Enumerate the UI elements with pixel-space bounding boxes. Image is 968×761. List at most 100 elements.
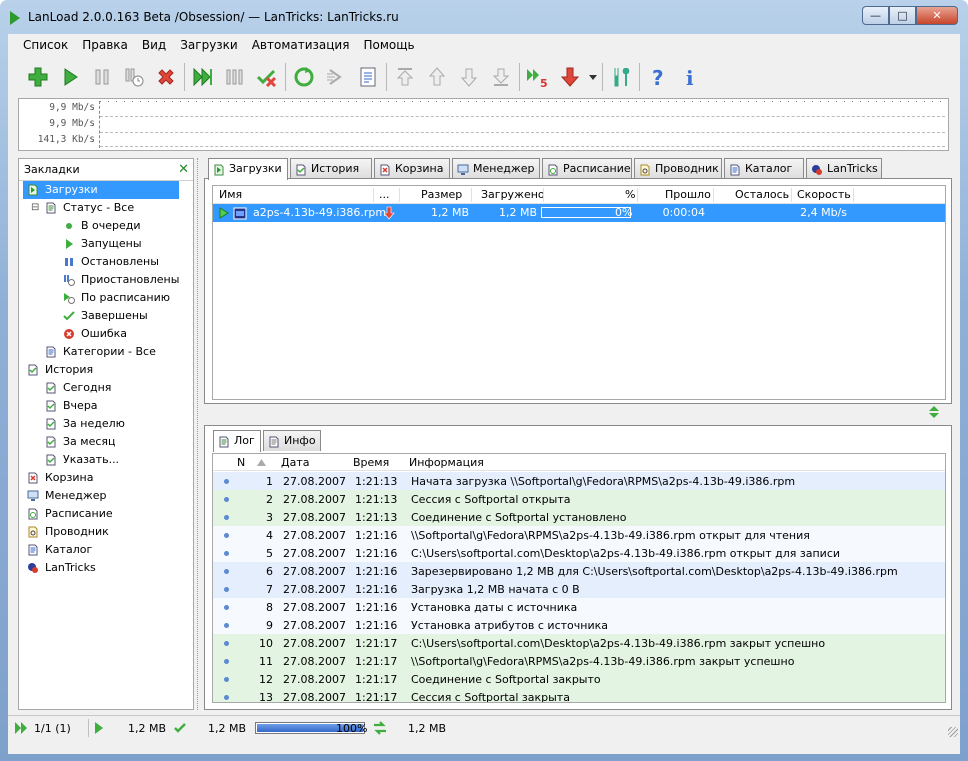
start-icon[interactable] — [54, 61, 86, 93]
tree-item[interactable]: По расписанию — [19, 289, 193, 307]
help-icon[interactable]: ? — [642, 61, 674, 93]
log-row[interactable]: 4 27.08.2007 1:21:16 \\Softportal\g\Fedora\… — [213, 526, 945, 544]
collapse-toggle-icon[interactable]: ⊟ — [31, 199, 39, 217]
tab-log[interactable]: Лог — [213, 430, 261, 452]
threads-icon[interactable]: 5 — [522, 61, 554, 93]
menu-edit[interactable]: Правка — [75, 38, 135, 52]
menu-downloads[interactable]: Загрузки — [173, 38, 245, 52]
log-row[interactable]: 10 27.08.2007 1:21:17 C:\Users\softportal.c… — [213, 634, 945, 652]
column-size[interactable]: Размер — [421, 188, 462, 201]
tree-item[interactable]: Проводник — [19, 523, 193, 541]
tab-info[interactable]: Инфо — [263, 430, 321, 451]
queued-icon — [63, 220, 75, 232]
tab-explorer[interactable]: Проводник — [634, 158, 722, 179]
pause-all-icon[interactable] — [219, 61, 251, 93]
start-all-icon[interactable] — [187, 61, 219, 93]
tab-schedule[interactable]: Расписание — [542, 158, 632, 179]
delete-icon[interactable] — [150, 61, 182, 93]
tree-item[interactable]: Категории - Все — [19, 343, 193, 361]
title-bar[interactable]: LanLoad 2.0.0.163 Beta /Obsession/ — Lan… — [0, 0, 968, 34]
tree-item[interactable]: Менеджер — [19, 487, 193, 505]
tree-item[interactable]: ⊟ Статус - Все — [19, 199, 193, 217]
resize-grip[interactable] — [948, 727, 958, 737]
column-more[interactable]: ... — [379, 188, 390, 201]
add-icon[interactable] — [22, 61, 54, 93]
close-button[interactable]: ✕ — [916, 6, 958, 25]
tree-item[interactable]: За месяц — [19, 433, 193, 451]
remove-completed-icon[interactable] — [251, 61, 283, 93]
column-downloaded[interactable]: Загружено — [481, 188, 545, 201]
tree-item[interactable]: Корзина — [19, 469, 193, 487]
log-column-info[interactable]: Информация — [409, 456, 484, 469]
menu-view[interactable]: Вид — [135, 38, 173, 52]
minimize-button[interactable]: — — [862, 6, 889, 25]
settings-icon[interactable] — [605, 61, 637, 93]
tree-item[interactable]: Указать... — [19, 451, 193, 469]
log-row[interactable]: 8 27.08.2007 1:21:16 Установка даты с источ… — [213, 598, 945, 616]
tree-item[interactable]: Сегодня — [19, 379, 193, 397]
refresh-icon[interactable] — [288, 61, 320, 93]
schedule-pause-icon[interactable] — [118, 61, 150, 93]
bookmarks-close-icon[interactable]: ✕ — [178, 159, 189, 181]
log-row[interactable]: 9 27.08.2007 1:21:16 Установка атрибутов с … — [213, 616, 945, 634]
tab-downloads[interactable]: Загрузки — [208, 158, 288, 180]
tree-item[interactable]: В очереди — [19, 217, 193, 235]
tab-lantricks[interactable]: LanTricks — [806, 158, 882, 179]
tree-item[interactable]: История — [19, 361, 193, 379]
tree-item[interactable]: Вчера — [19, 397, 193, 415]
log-row[interactable]: 6 27.08.2007 1:21:16 Зарезервировано 1,2 MB… — [213, 562, 945, 580]
maximize-button[interactable]: □ — [889, 6, 916, 25]
move-bottom-icon[interactable] — [485, 61, 517, 93]
menu-help[interactable]: Помощь — [356, 38, 421, 52]
tree-item[interactable]: Завершены — [19, 307, 193, 325]
next-icon[interactable] — [320, 61, 352, 93]
log-row[interactable]: 11 27.08.2007 1:21:17 \\Softportal\g\Fedora… — [213, 652, 945, 670]
log-row[interactable]: 5 27.08.2007 1:21:16 C:\Users\softportal.co… — [213, 544, 945, 562]
log-n: 7 — [266, 583, 273, 596]
tree-item[interactable]: Остановлены — [19, 253, 193, 271]
column-name[interactable]: Имя — [219, 188, 242, 201]
log-row[interactable]: 3 27.08.2007 1:21:13 Соединение с Softporta… — [213, 508, 945, 526]
column-elapsed[interactable]: Прошло — [665, 188, 711, 201]
tab-trash[interactable]: Корзина — [374, 158, 450, 179]
tree-item[interactable]: За неделю — [19, 415, 193, 433]
menu-automation[interactable]: Автоматизация — [245, 38, 357, 52]
tab-history[interactable]: История — [290, 158, 372, 179]
column-percent[interactable]: % — [625, 188, 635, 201]
log-bullet-icon — [224, 533, 229, 538]
speed-limit-icon[interactable] — [554, 61, 586, 93]
move-top-icon[interactable] — [389, 61, 421, 93]
log-row[interactable]: 7 27.08.2007 1:21:16 Загрузка 1,2 MB начата… — [213, 580, 945, 598]
tree-item[interactable]: LanTricks — [19, 559, 193, 577]
menu-list[interactable]: Список — [16, 38, 75, 52]
tree-item[interactable]: Расписание — [19, 505, 193, 523]
log-row[interactable]: 2 27.08.2007 1:21:13 Сессия с Softportal от… — [213, 490, 945, 508]
download-downloaded: 1,2 MB — [498, 206, 537, 219]
log-column-time[interactable]: Время — [353, 456, 389, 469]
column-remaining[interactable]: Осталось — [735, 188, 789, 201]
move-down-icon[interactable] — [453, 61, 485, 93]
log-row[interactable]: 1 27.08.2007 1:21:13 Начата загрузка \\Soft… — [213, 472, 945, 490]
tab-manager[interactable]: Менеджер — [452, 158, 540, 179]
tree-item[interactable]: Запущены — [19, 235, 193, 253]
tree-item[interactable]: Ошибка — [19, 325, 193, 343]
vertical-splitter[interactable] — [197, 158, 201, 710]
tab-catalog[interactable]: Каталог — [724, 158, 804, 179]
info-icon[interactable]: i — [674, 61, 706, 93]
tree-item[interactable]: Загрузки — [19, 181, 193, 199]
log-column-date[interactable]: Дата — [281, 456, 309, 469]
downloads-icon — [27, 184, 39, 196]
tree-item[interactable]: Приостановлены — [19, 271, 193, 289]
move-up-icon[interactable] — [421, 61, 453, 93]
svg-text:5: 5 — [540, 77, 548, 89]
properties-icon[interactable] — [352, 61, 384, 93]
tree-item[interactable]: Каталог — [19, 541, 193, 559]
log-column-n[interactable]: N — [237, 456, 245, 469]
column-speed[interactable]: Скорость — [797, 188, 851, 201]
pause-icon[interactable] — [86, 61, 118, 93]
log-row[interactable]: 12 27.08.2007 1:21:17 Соединение с Softport… — [213, 670, 945, 688]
download-row[interactable]: a2ps-4.13b-49.i386.rpm 1,2 MB 1,2 MB 0% … — [213, 204, 945, 222]
log-row[interactable]: 13 27.08.2007 1:21:17 Сессия с Softportal з… — [213, 688, 945, 702]
dropdown-icon[interactable] — [586, 61, 600, 93]
panel-expand-icon[interactable] — [928, 405, 940, 419]
